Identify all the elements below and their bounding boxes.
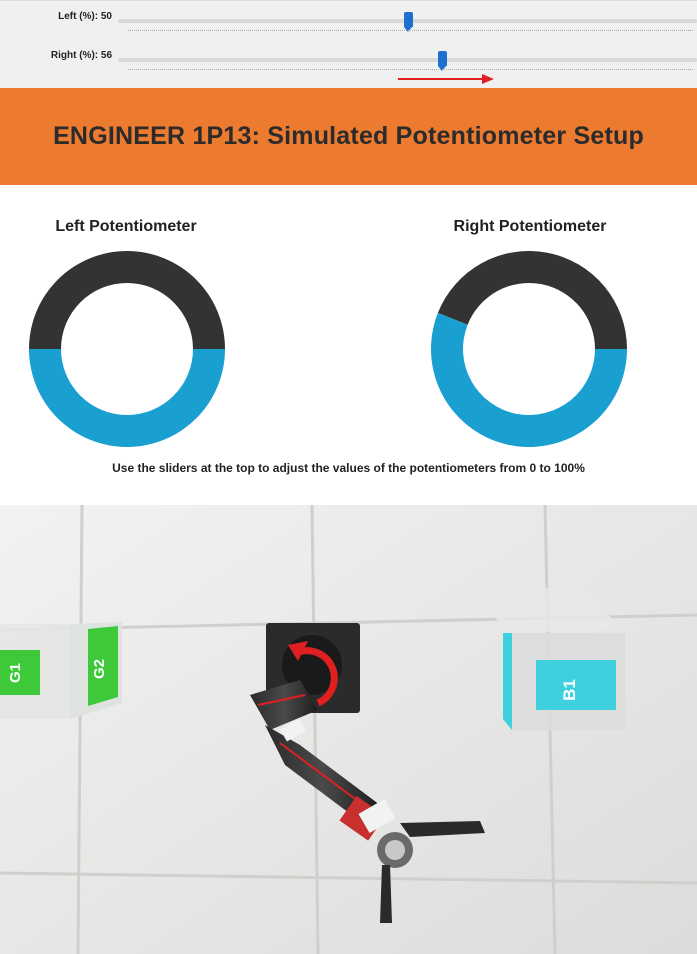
left-gauge-donut bbox=[29, 251, 225, 447]
right-gauge-title: Right Potentiometer bbox=[453, 218, 607, 235]
left-slider-label: Left (%): 50 bbox=[58, 11, 112, 22]
page-title: ENGINEER 1P13: Simulated Potentiometer S… bbox=[53, 122, 644, 150]
right-gauge-empty-arc bbox=[437, 251, 627, 349]
red-arrow-icon bbox=[398, 74, 494, 84]
left-slider-ticks bbox=[128, 30, 693, 31]
left-slider-thumb[interactable] bbox=[404, 12, 413, 32]
right-slider-ticks bbox=[128, 69, 693, 70]
potentiometer-gauges: Left Potentiometer Right Potentiometer U… bbox=[0, 185, 697, 505]
slider-panel: Left (%): 50 Right (%): 56 bbox=[0, 0, 697, 88]
g1-label: G1 bbox=[7, 663, 24, 683]
left-slider-row: Left (%): 50 bbox=[0, 7, 697, 47]
scene-canvas: G1 G2 B1 bbox=[0, 505, 697, 954]
left-slider-track[interactable] bbox=[118, 12, 697, 32]
instruction-text: Use the sliders at the top to adjust the… bbox=[112, 461, 585, 475]
robot-scene: G1 G2 B1 bbox=[0, 505, 697, 954]
left-gauge-title: Left Potentiometer bbox=[55, 218, 197, 235]
right-slider-thumb[interactable] bbox=[437, 51, 447, 71]
right-slider-row: Right (%): 56 bbox=[0, 46, 697, 86]
left-gauge-empty-arc bbox=[29, 251, 225, 349]
simulation-window: Left (%): 50 Right (%): 56 ENGINEER 1P13… bbox=[0, 0, 697, 954]
g2-label: G2 bbox=[91, 659, 108, 679]
right-slider-label: Right (%): 56 bbox=[50, 50, 112, 61]
right-gauge-donut bbox=[431, 251, 627, 447]
container-g1-g2: G1 G2 bbox=[0, 622, 122, 719]
right-slider-track[interactable] bbox=[118, 51, 697, 71]
title-banner: ENGINEER 1P13: Simulated Potentiometer S… bbox=[0, 88, 697, 185]
left-gauge-filled-arc bbox=[29, 349, 225, 447]
b1-label: B1 bbox=[560, 679, 579, 701]
